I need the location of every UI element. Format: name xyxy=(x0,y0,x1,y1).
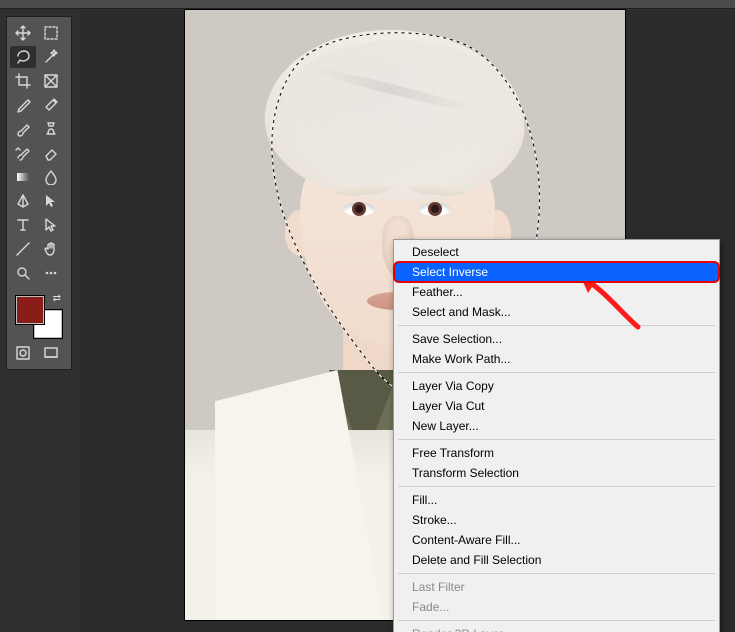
menu-item-select-and-mask[interactable]: Select and Mask... xyxy=(394,302,719,322)
gradient-tool[interactable] xyxy=(10,166,36,188)
menu-separator xyxy=(398,372,715,373)
menu-item-save-selection[interactable]: Save Selection... xyxy=(394,329,719,349)
foreground-color-swatch[interactable] xyxy=(15,295,45,325)
spot-healing-tool[interactable] xyxy=(38,94,64,116)
move-tool[interactable] xyxy=(10,22,36,44)
menu-item-delete-and-fill[interactable]: Delete and Fill Selection xyxy=(394,550,719,570)
menu-item-feather[interactable]: Feather... xyxy=(394,282,719,302)
options-bar xyxy=(0,0,735,9)
menu-separator xyxy=(398,573,715,574)
hand-tool[interactable] xyxy=(38,238,64,260)
menu-item-fade: Fade... xyxy=(394,597,719,617)
eraser-tool[interactable] xyxy=(38,142,64,164)
menu-item-new-layer[interactable]: New Layer... xyxy=(394,416,719,436)
menu-item-fill[interactable]: Fill... xyxy=(394,490,719,510)
menu-item-free-transform[interactable]: Free Transform xyxy=(394,443,719,463)
menu-item-content-aware-fill[interactable]: Content-Aware Fill... xyxy=(394,530,719,550)
menu-separator xyxy=(398,325,715,326)
swap-colors-icon[interactable]: ⇄ xyxy=(53,293,61,304)
edit-toolbar[interactable] xyxy=(38,262,64,284)
clone-stamp-tool[interactable] xyxy=(38,118,64,140)
menu-item-deselect[interactable]: Deselect xyxy=(394,242,719,262)
type-tool[interactable] xyxy=(10,214,36,236)
screen-mode-icon[interactable] xyxy=(38,342,64,364)
menu-item-make-work-path[interactable]: Make Work Path... xyxy=(394,349,719,369)
color-swatches[interactable]: ⇄ xyxy=(11,291,67,337)
frame-tool[interactable] xyxy=(38,70,64,92)
zoom-tool[interactable] xyxy=(10,262,36,284)
path-selection-tool[interactable] xyxy=(38,190,64,212)
menu-item-last-filter: Last Filter xyxy=(394,577,719,597)
tools-panel: ⇄ xyxy=(6,16,72,370)
menu-item-stroke[interactable]: Stroke... xyxy=(394,510,719,530)
crop-tool[interactable] xyxy=(10,70,36,92)
menu-separator xyxy=(398,620,715,621)
line-tool[interactable] xyxy=(10,238,36,260)
history-brush-tool[interactable] xyxy=(10,142,36,164)
pen-tool[interactable] xyxy=(10,190,36,212)
context-menu[interactable]: DeselectSelect InverseFeather...Select a… xyxy=(393,239,720,632)
menu-item-transform-selection[interactable]: Transform Selection xyxy=(394,463,719,483)
artboard-tool[interactable] xyxy=(38,22,64,44)
menu-separator xyxy=(398,439,715,440)
eyedropper-tool[interactable] xyxy=(10,94,36,116)
brush-tool[interactable] xyxy=(10,118,36,140)
menu-item-select-inverse[interactable]: Select Inverse xyxy=(394,262,719,282)
menu-item-layer-via-copy[interactable]: Layer Via Copy xyxy=(394,376,719,396)
direct-selection-tool[interactable] xyxy=(38,214,64,236)
lasso-tool[interactable] xyxy=(10,46,36,68)
quick-mask-icon[interactable] xyxy=(10,342,36,364)
menu-item-render-3d-layer: Render 3D Layer xyxy=(394,624,719,632)
blur-tool[interactable] xyxy=(38,166,64,188)
menu-item-layer-via-cut[interactable]: Layer Via Cut xyxy=(394,396,719,416)
menu-separator xyxy=(398,486,715,487)
magic-wand-tool[interactable] xyxy=(38,46,64,68)
